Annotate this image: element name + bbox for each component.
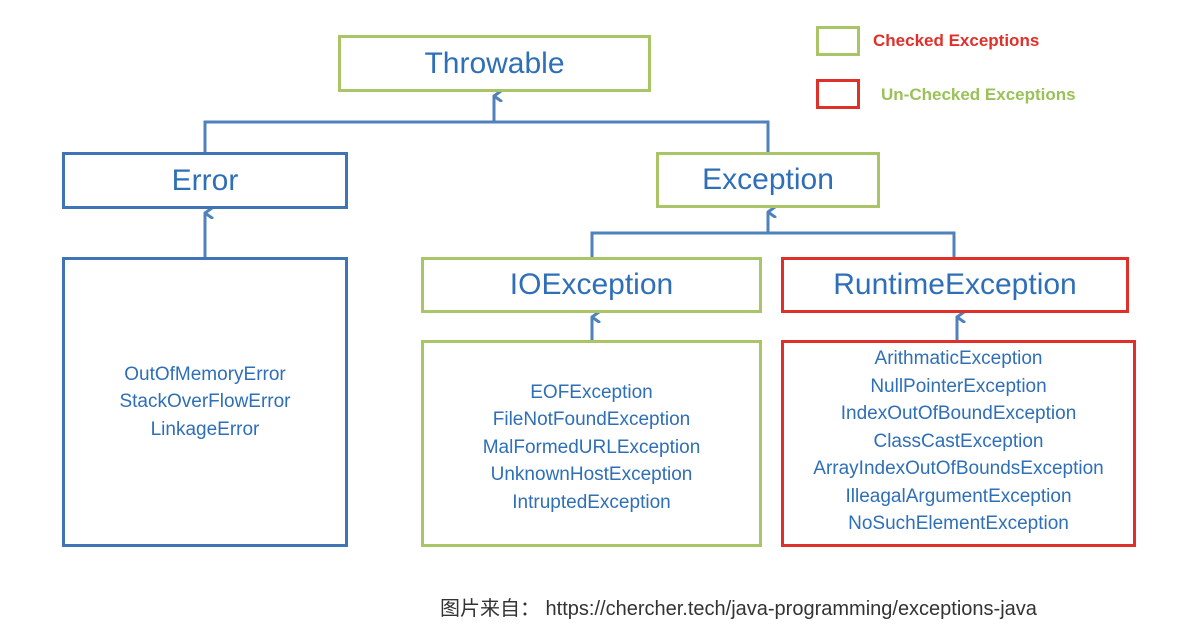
list-item: ArrayIndexOutOfBoundsException: [813, 458, 1104, 479]
ioexception-node: IOException: [421, 257, 762, 313]
legend-label-unchecked: Un-Checked Exceptions: [881, 85, 1076, 104]
throwable-label: Throwable: [424, 46, 565, 80]
connector-exception-children: [590, 231, 956, 257]
list-item: NullPointerException: [870, 375, 1047, 397]
list-item: IlleagalArgumentException: [845, 485, 1072, 507]
ioexception-label: IOException: [509, 268, 674, 301]
list-item: UnknownHostException: [490, 464, 693, 486]
throwable-node: Throwable: [338, 35, 651, 92]
list-item: NoSuchElementException: [848, 513, 1069, 534]
list-item: FileNotFoundException: [492, 409, 691, 431]
source-caption: 图片来自： https://chercher.tech/java-program…: [440, 598, 1037, 620]
runtimeexception-node: RuntimeException: [781, 257, 1129, 313]
ioexception-subtypes-box: EOFException FileNotFoundException MalFo…: [421, 340, 762, 547]
runtime-subtypes-box: ArithmaticException NullPointerException…: [781, 340, 1136, 547]
list-item: MalFormedURLException: [482, 436, 701, 458]
error-label: Error: [171, 163, 239, 197]
list-item: OutOfMemoryError: [124, 363, 286, 385]
error-subtypes-box: OutOfMemoryError StackOverFlowError Link…: [62, 257, 348, 547]
legend-swatch-checked: [816, 26, 860, 56]
error-node: Error: [62, 152, 348, 209]
list-item: IndexOutOfBoundException: [840, 403, 1077, 424]
exception-node: Exception: [656, 152, 880, 208]
list-item: ArithmaticException: [874, 348, 1043, 369]
list-item: LinkageError: [150, 418, 260, 440]
connector-throwable-children: [203, 120, 770, 152]
list-item: IntruptedException: [512, 491, 671, 513]
legend-swatch-unchecked: [816, 79, 860, 109]
list-item: StackOverFlowError: [119, 391, 291, 413]
exception-label: Exception: [702, 163, 834, 196]
legend-label-checked: Checked Exceptions: [873, 31, 1040, 50]
list-item: EOFException: [530, 381, 653, 403]
list-item: ClassCastException: [873, 430, 1044, 452]
runtimeexception-label: RuntimeException: [833, 268, 1077, 301]
